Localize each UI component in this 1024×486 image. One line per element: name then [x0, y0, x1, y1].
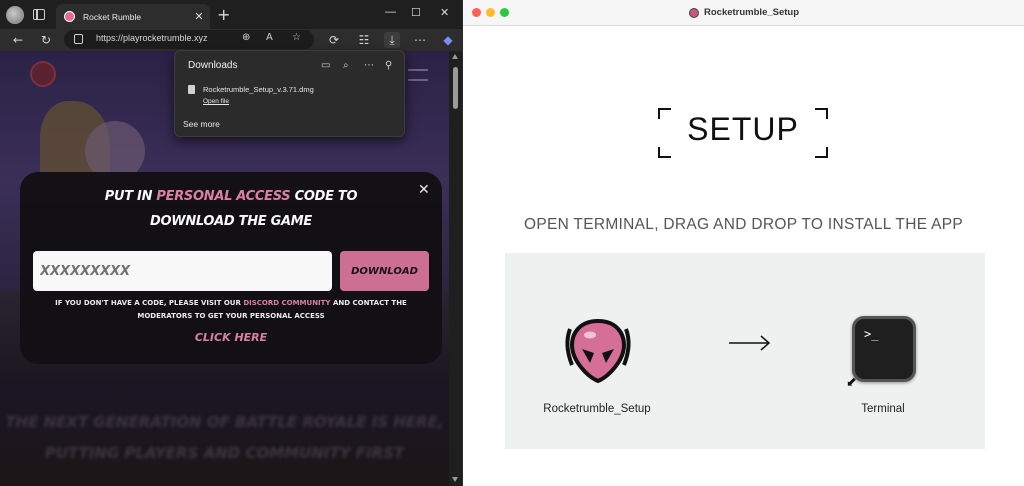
click-here-link[interactable]: CLICK HERE — [20, 331, 442, 344]
maximize-button[interactable]: ☐ — [411, 6, 421, 19]
modal-info-line2: MODERATORS TO GET YOUR PERSONAL ACCESS — [137, 312, 325, 320]
download-file-name[interactable]: Rocketrumble_Setup_v.3.71.dmg — [203, 85, 314, 94]
more-icon[interactable]: ⋯ — [364, 60, 374, 71]
open-file-link[interactable]: Open file — [203, 98, 229, 105]
refresh-icon[interactable]: ↻ — [38, 32, 54, 48]
extensions-icon[interactable]: ⟳ — [326, 32, 342, 48]
downloads-title: Downloads — [188, 60, 238, 71]
install-instruction: OPEN TERMINAL, DRAG AND DROP TO INSTALL … — [523, 216, 964, 233]
favorites-icon[interactable]: ☷ — [356, 32, 372, 48]
download-icon[interactable]: ⤓ — [384, 32, 400, 48]
zoom-icon[interactable]: ⊕ — [242, 32, 250, 43]
modal-title-line1: PUT IN PERSONAL ACCESS CODE TO — [20, 189, 442, 204]
mac-close-button[interactable] — [472, 8, 481, 17]
folder-icon[interactable]: ▭ — [321, 60, 330, 71]
pin-icon[interactable]: ⚲ — [385, 60, 392, 71]
browser-toolbar: ← ↻ https://playrocketrumble.xyz ⊕ A ☆ ⟳… — [0, 29, 462, 51]
terminal-prompt: >_ — [864, 327, 879, 341]
search-icon[interactable]: ⌕ — [343, 60, 349, 71]
hero-tagline-2: PUTTING PLAYERS AND COMMUNITY FIRST — [44, 444, 405, 462]
downloads-panel: Downloads ▭ ⌕ ⋯ ⚲ Rocketrumble_Setup_v.3… — [174, 50, 405, 137]
terminal-icon[interactable]: >_ — [852, 316, 916, 382]
tab-title: Rocket Rumble — [83, 11, 142, 22]
site-logo — [30, 61, 56, 87]
corner-bottom-right — [815, 147, 828, 158]
alien-app-icon[interactable] — [560, 315, 636, 385]
setup-heading-box: SETUP — [658, 108, 828, 158]
access-code-input[interactable] — [33, 251, 332, 291]
corner-bottom-left — [658, 147, 671, 158]
hamburger-menu-icon — [408, 69, 428, 81]
url-text[interactable]: https://playrocketrumble.xyz — [96, 33, 208, 43]
arrow-left-icon[interactable]: ← — [10, 32, 26, 48]
scroll-up-icon[interactable] — [452, 54, 458, 59]
modal-title-pre: PUT IN — [104, 189, 157, 204]
arrow-right-icon — [729, 335, 771, 351]
minimize-button[interactable]: — — [385, 6, 396, 18]
setup-heading: SETUP — [687, 111, 799, 147]
modal-title-post: CODE TO — [290, 189, 358, 204]
install-drop-panel: Rocketrumble_Setup >_ ⬋ Terminal — [505, 253, 985, 449]
access-code-modal: ✕ PUT IN PERSONAL ACCESS CODE TO DOWNLOA… — [20, 172, 442, 364]
close-window-button[interactable]: ✕ — [440, 6, 449, 19]
installer-window: Rocketrumble_Setup SETUP OPEN TERMINAL, … — [463, 0, 1024, 486]
app-label: Rocketrumble_Setup — [543, 403, 651, 415]
tab-bar: Rocket Rumble ✕ + — ☐ ✕ — [0, 0, 462, 29]
modal-title-accent: PERSONAL ACCESS — [156, 189, 291, 204]
mac-minimize-button[interactable] — [486, 8, 495, 17]
modal-info-post: AND CONTACT THE — [330, 299, 407, 307]
tab-rocket-rumble[interactable]: Rocket Rumble ✕ — [56, 4, 210, 29]
hero-tagline-1: THE NEXT GENERATION OF BATTLE ROYALE IS … — [5, 413, 444, 431]
lock-icon[interactable] — [74, 34, 83, 44]
alien-app-icon — [689, 8, 699, 18]
file-icon — [188, 85, 195, 94]
tab-close-icon[interactable]: ✕ — [192, 10, 206, 23]
mac-zoom-button[interactable] — [500, 8, 509, 17]
terminal-label: Terminal — [861, 403, 905, 415]
read-aloud-icon[interactable]: A — [266, 32, 273, 43]
scroll-thumb[interactable] — [453, 67, 458, 109]
page-scrollbar[interactable] — [449, 51, 462, 486]
scroll-down-icon[interactable] — [452, 477, 458, 482]
rocket-rumble-favicon-icon — [64, 11, 75, 22]
star-icon[interactable]: ☆ — [292, 32, 301, 43]
modal-info-line1: IF YOU DON'T HAVE A CODE, PLEASE VISIT O… — [30, 299, 432, 307]
see-more-link[interactable]: See more — [183, 119, 220, 129]
more-icon[interactable]: ⋯ — [412, 32, 428, 48]
browser-window: Rocket Rumble ✕ + — ☐ ✕ ← ↻ https://play… — [0, 0, 462, 486]
discord-community-link[interactable]: DISCORD COMMUNITY — [243, 299, 330, 307]
tab-actions-icon[interactable] — [33, 9, 45, 20]
installer-titlebar: Rocketrumble_Setup — [463, 0, 1024, 26]
new-tab-button[interactable]: + — [217, 5, 230, 24]
modal-title-line2: DOWNLOAD THE GAME — [150, 214, 312, 229]
installer-window-title: Rocketrumble_Setup — [704, 7, 800, 18]
alias-arrow-icon: ⬋ — [846, 375, 857, 390]
desktop: Rocket Rumble ✕ + — ☐ ✕ ← ↻ https://play… — [0, 0, 1024, 486]
address-bar[interactable]: https://playrocketrumble.xyz ⊕ A ☆ — [64, 30, 314, 49]
download-button[interactable]: DOWNLOAD — [340, 251, 429, 291]
profile-avatar[interactable] — [6, 6, 24, 24]
modal-info-pre: IF YOU DON'T HAVE A CODE, PLEASE VISIT O… — [55, 299, 244, 307]
copilot-icon[interactable]: ◆ — [440, 32, 456, 48]
